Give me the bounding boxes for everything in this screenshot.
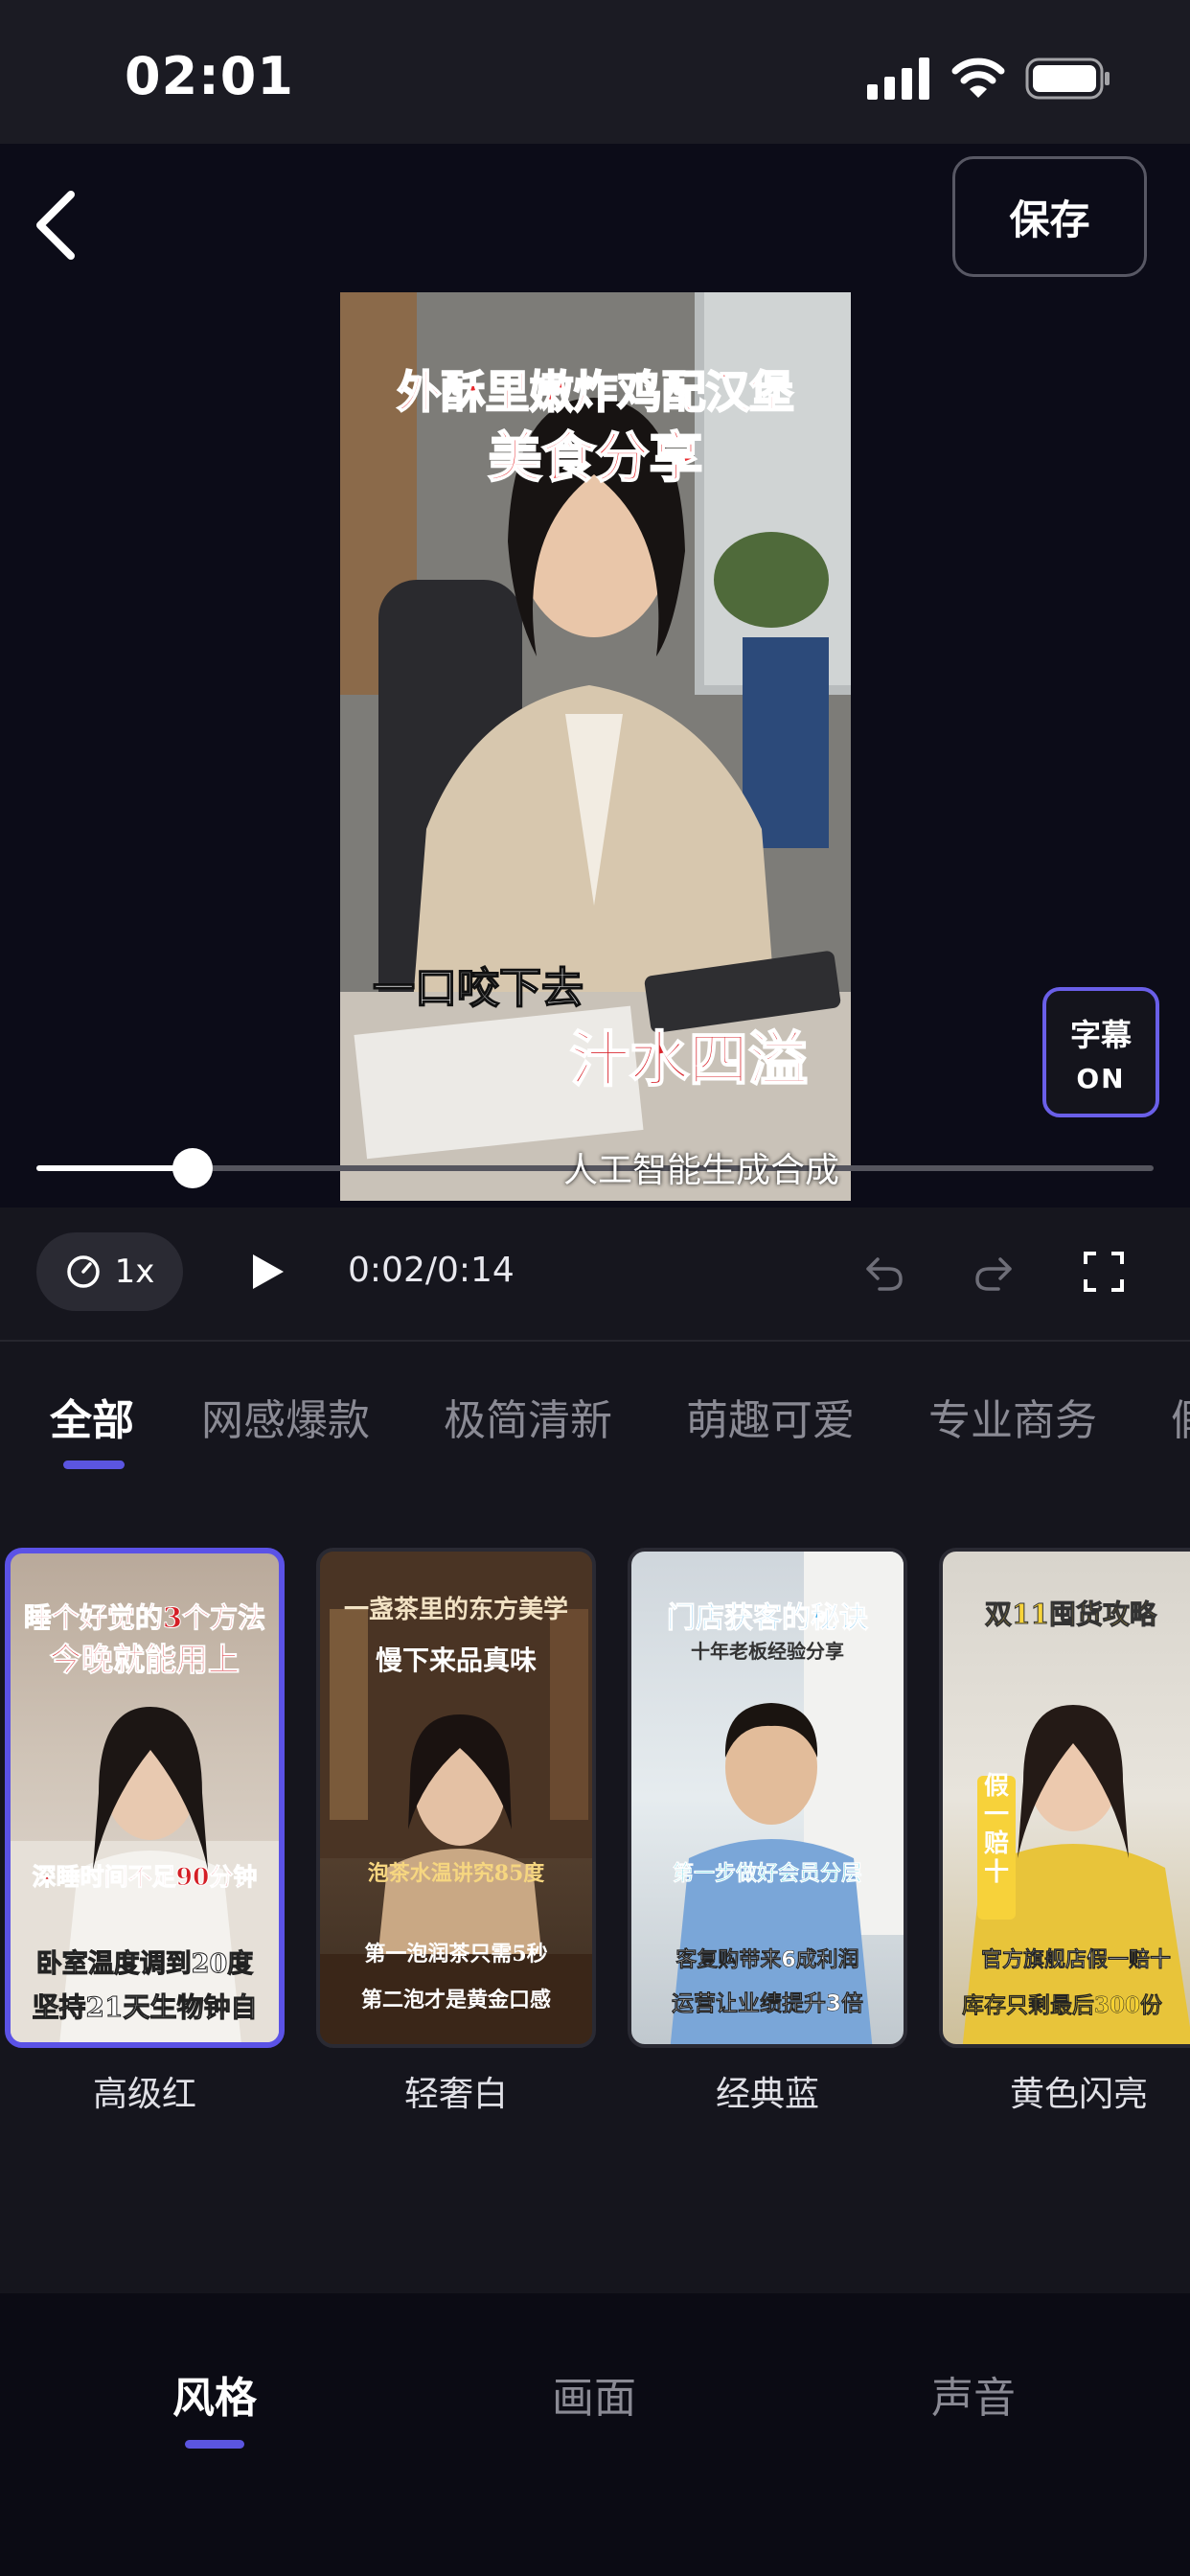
playback-speed-value: 1x [114, 1253, 155, 1291]
style-card-thumbnail [320, 1552, 592, 2044]
video-preview[interactable]: 外酥里嫩炸鸡配汉堡 美食分享 一口咬下去 汁水四溢 [340, 292, 851, 1201]
card-subtitle: 慢下来品真味 [375, 1644, 537, 1676]
card-badge: 假一赔十 [983, 1772, 1009, 1887]
card-subtitle: 今晚就能用上 [50, 1641, 240, 1679]
card-title: 双11囤货攻略 [985, 1598, 1157, 1631]
subtitle-toggle-label: 字幕 [1069, 1016, 1132, 1053]
subtitle-toggle-state: ON [1076, 1062, 1126, 1094]
status-time: 02:01 [125, 46, 294, 106]
tab-all[interactable]: 全部 [50, 1386, 134, 1447]
card-caption: 深睡时间不足90分钟 [32, 1863, 258, 1892]
progress-fill [36, 1165, 194, 1171]
style-card-classic-blue[interactable]: 门店获客的秘诀 十年老板经验分享 第一步做好会员分层 客复购带来6成利润 运营让… [628, 1548, 907, 2048]
style-card-yellow-shine[interactable]: 双11囤货攻略 假一赔十 官方旗舰店假一赔十 库存只剩最后300份 [939, 1548, 1190, 2048]
card-caption: 泡茶水温讲究85度 [367, 1861, 545, 1886]
tab-more[interactable]: 假 [1171, 1386, 1190, 1447]
back-arrow-icon[interactable] [29, 187, 86, 264]
save-button[interactable]: 保存 [952, 156, 1147, 277]
card-title: 一盏茶里的东方美学 [343, 1596, 568, 1624]
bottom-nav [0, 2293, 1190, 2576]
card-subtitle: 十年老板经验分享 [691, 1640, 844, 1663]
subtitle-toggle[interactable]: 字幕 ON [1042, 987, 1159, 1117]
speedometer-icon [66, 1255, 100, 1288]
card-caption: 库存只剩最后300份 [962, 1992, 1163, 2019]
card-caption: 客复购带来6成利润 [675, 1948, 859, 1973]
card-caption: 运营让业绩提升3倍 [671, 1991, 864, 2017]
tab-cute[interactable]: 萌趣可爱 [686, 1386, 855, 1447]
playback-speed-button[interactable]: 1x [36, 1232, 183, 1311]
video-title-line2: 美食分享 [488, 426, 704, 491]
cellular-signal-icon [867, 58, 929, 100]
divider [0, 1340, 1190, 1342]
tab-minimal[interactable]: 极简清新 [444, 1386, 612, 1447]
style-name: 黄色闪亮 [1009, 2075, 1148, 2114]
card-caption: 坚持21天生物钟自 [32, 1991, 258, 2024]
style-name: 经典蓝 [715, 2075, 819, 2114]
style-name: 轻奢白 [403, 2075, 508, 2114]
nav-visual[interactable]: 画面 [552, 2363, 636, 2425]
style-card-luxe-white[interactable]: 一盏茶里的东方美学 慢下来品真味 泡茶水温讲究85度 第一泡润茶只需5秒 第二泡… [316, 1548, 596, 2048]
card-caption: 第一泡润茶只需5秒 [364, 1942, 548, 1966]
redo-icon[interactable] [973, 1254, 1016, 1292]
card-title: 睡个好觉的3个方法 [23, 1601, 266, 1635]
tab-active-indicator [63, 1460, 125, 1469]
style-card-premium-red[interactable]: 睡个好觉的3个方法 今晚就能用上 深睡时间不足90分钟 卧室温度调到20度 坚持… [5, 1548, 285, 2048]
card-title: 门店获客的秘诀 [667, 1601, 869, 1636]
tab-trending[interactable]: 网感爆款 [201, 1386, 370, 1447]
play-icon[interactable] [251, 1253, 286, 1291]
video-caption-line2: 汁水四溢 [569, 1024, 809, 1095]
nav-style[interactable]: 风格 [172, 2363, 257, 2425]
nav-audio[interactable]: 声音 [931, 2363, 1016, 2425]
card-caption: 卧室温度调到20度 [35, 1949, 254, 1980]
tab-business[interactable]: 专业商务 [928, 1386, 1097, 1447]
style-name: 高级红 [92, 2075, 196, 2114]
fullscreen-icon[interactable] [1083, 1251, 1125, 1293]
nav-active-indicator [185, 2440, 244, 2449]
progress-scrubber[interactable] [172, 1148, 214, 1188]
undo-icon[interactable] [862, 1254, 904, 1292]
video-caption-line1: 一口咬下去 [372, 963, 584, 1014]
wifi-icon [951, 58, 1005, 98]
card-caption: 官方旗舰店假一赔十 [981, 1947, 1172, 1973]
ai-generated-watermark: 人工智能生成合成 [563, 1151, 840, 1190]
video-title-line1: 外酥里嫩炸鸡配汉堡 [397, 365, 795, 419]
card-caption: 第二泡才是黄金口感 [360, 1988, 551, 2012]
timecode: 0:02/0:14 [348, 1251, 515, 1290]
battery-icon [1025, 58, 1110, 100]
card-caption: 第一步做好会员分层 [672, 1862, 863, 1887]
